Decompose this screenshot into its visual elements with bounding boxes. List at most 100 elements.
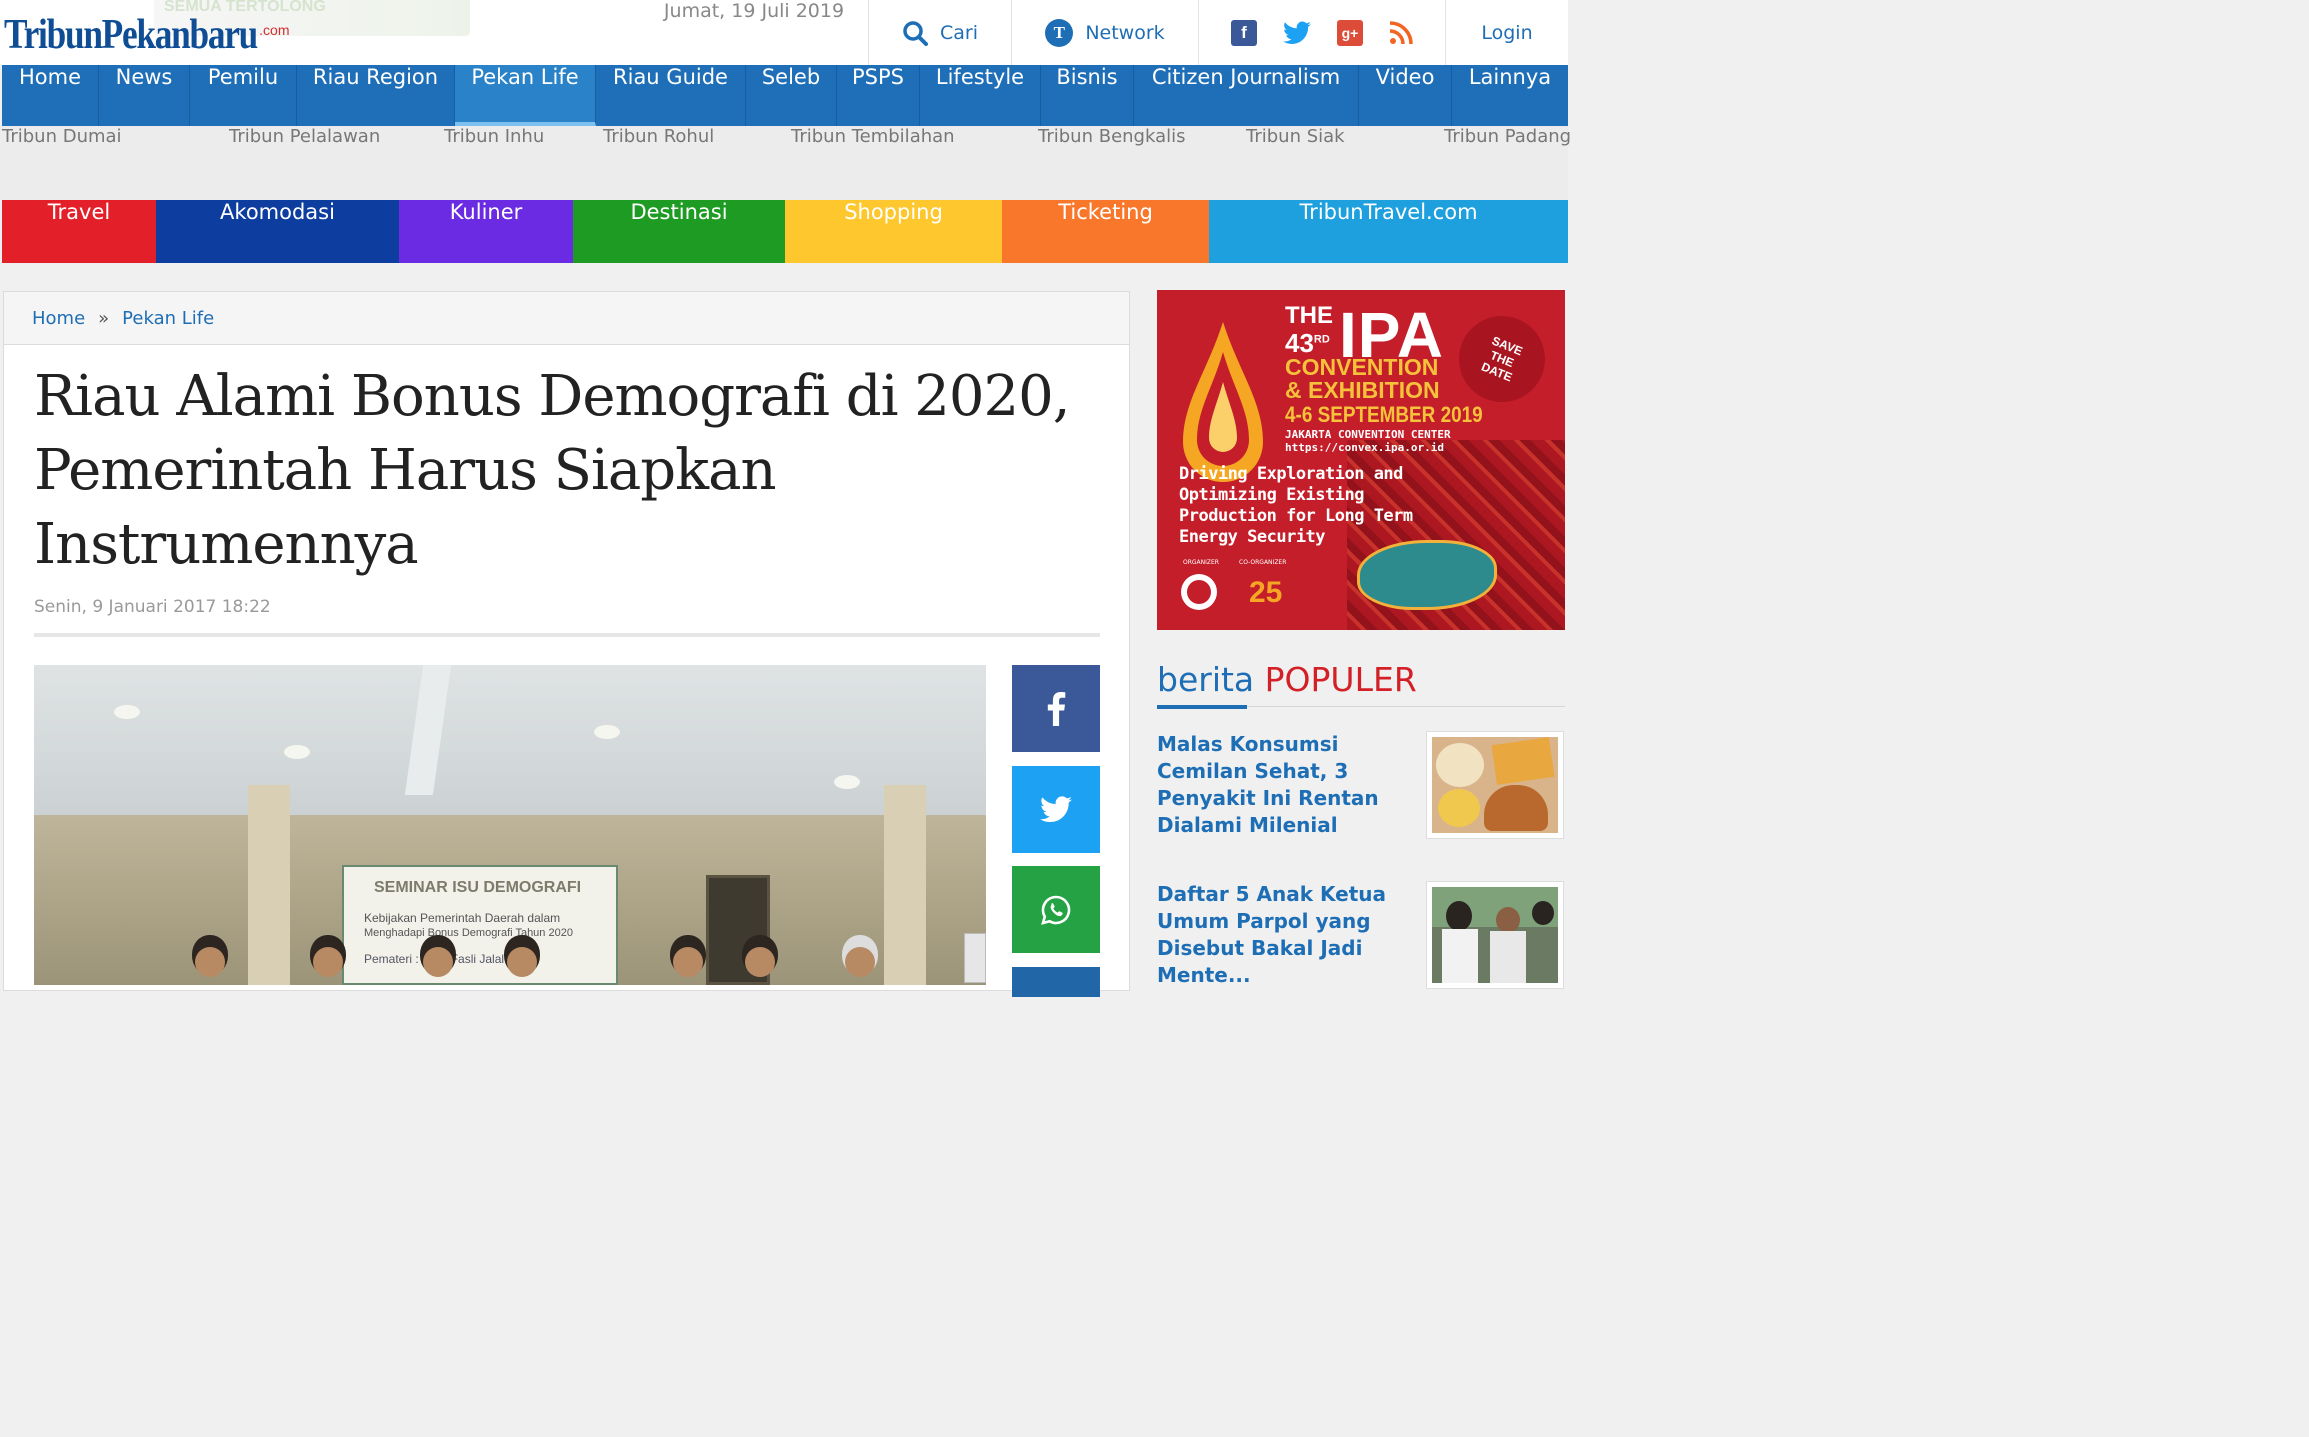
regional-nav: Tribun Dumai Tribun Pelalawan Tribun Inh… — [0, 126, 1571, 200]
travel-link-kuliner[interactable]: Kuliner — [399, 200, 573, 263]
region-link-pelalawan[interactable]: Tribun Pelalawan — [229, 126, 380, 200]
region-link-bengkalis[interactable]: Tribun Bengkalis — [1038, 126, 1186, 200]
photo-person — [302, 935, 354, 985]
travel-link-tribuntravel[interactable]: TribunTravel.com — [1209, 200, 1568, 263]
popular-thumbnail[interactable] — [1426, 881, 1564, 989]
search-icon — [903, 20, 928, 46]
ad-tagline: Driving Exploration and Optimizing Exist… — [1179, 464, 1413, 548]
ad-fish-illustration — [1357, 540, 1497, 610]
breadcrumb-home[interactable]: Home — [32, 308, 85, 329]
photo-person — [412, 935, 464, 985]
ad-tagline-line: Optimizing Existing — [1179, 485, 1364, 505]
search-button[interactable]: Cari — [868, 0, 1011, 65]
share-whatsapp-button[interactable] — [1012, 866, 1100, 953]
travel-link-destinasi[interactable]: Destinasi — [573, 200, 785, 263]
breadcrumb-separator: » — [98, 307, 110, 329]
photo-column — [884, 785, 926, 985]
popular-heading: berita POPULER — [1157, 660, 1417, 699]
photo-ac-unit — [964, 933, 986, 983]
nav-item-pekan-life[interactable]: Pekan Life — [455, 65, 596, 126]
nav-item-video[interactable]: Video — [1359, 65, 1452, 126]
region-link-dumai[interactable]: Tribun Dumai — [2, 126, 122, 200]
ad-tagline-line: Energy Security — [1179, 527, 1326, 547]
save-the-date-badge: SAVE THE DATE — [1446, 303, 1558, 415]
photo-person — [734, 935, 786, 985]
logo-suffix: .com — [259, 22, 290, 38]
travel-nav: Travel Akomodasi Kuliner Destinasi Shopp… — [2, 200, 1568, 263]
banner-title: SEMINAR ISU DEMOGRAFI — [374, 879, 582, 896]
twitter-icon[interactable] — [1283, 20, 1311, 45]
photo-light — [284, 745, 310, 759]
popular-underline-accent — [1157, 705, 1247, 709]
photo-person — [184, 935, 236, 985]
politics-photo — [1432, 887, 1558, 983]
network-button[interactable]: T Network — [1011, 0, 1198, 65]
search-label: Cari — [940, 21, 978, 44]
region-link-rohul[interactable]: Tribun Rohul — [603, 126, 714, 200]
nav-item-seleb[interactable]: Seleb — [746, 65, 837, 126]
travel-link-akomodasi[interactable]: Akomodasi — [156, 200, 399, 263]
nav-item-riau-region[interactable]: Riau Region — [297, 65, 455, 126]
current-date: Jumat, 19 Juli 2019 — [663, 0, 845, 22]
nav-item-citizen-journalism[interactable]: Citizen Journalism — [1134, 65, 1359, 126]
photo-light — [114, 705, 140, 719]
nav-item-pemilu[interactable]: Pemilu — [190, 65, 297, 126]
photo-light — [834, 775, 860, 789]
ad-tagline-line: Production for Long Term — [1179, 506, 1413, 526]
login-button[interactable]: Login — [1445, 0, 1568, 65]
article-date: Senin, 9 Januari 2017 18:22 — [34, 597, 271, 617]
share-facebook-button[interactable] — [1012, 665, 1100, 752]
share-more-button[interactable] — [1012, 967, 1100, 997]
rss-icon[interactable] — [1389, 20, 1413, 45]
photo-person — [1490, 931, 1526, 983]
popular-heading-highlight: POPULER — [1264, 660, 1417, 699]
ad-event-name: CONVENTION & EXHIBITION — [1285, 356, 1440, 402]
popular-thumbnail[interactable] — [1426, 731, 1564, 839]
ad-event-line: & EXHIBITION — [1285, 377, 1440, 403]
nav-item-lainnya[interactable]: Lainnya — [1452, 65, 1568, 126]
ipa-convention-ad[interactable]: THE 43RD IPA CONVENTION & EXHIBITION 4-6… — [1157, 290, 1565, 630]
travel-link-travel[interactable]: Travel — [2, 200, 156, 263]
facebook-icon — [1047, 691, 1066, 726]
region-link-tembilahan[interactable]: Tribun Tembilahan — [791, 126, 955, 200]
title-divider — [34, 633, 1100, 637]
travel-link-ticketing[interactable]: Ticketing — [1002, 200, 1209, 263]
popcorn-bowl — [1436, 743, 1484, 787]
nav-item-bisnis[interactable]: Bisnis — [1041, 65, 1134, 126]
ad-dates: 4-6 SEPTEMBER 2019 — [1285, 402, 1483, 427]
photo-person — [496, 935, 548, 985]
fries — [1491, 737, 1555, 785]
google-plus-icon[interactable]: g+ — [1337, 19, 1363, 46]
breadcrumb-section[interactable]: Pekan Life — [122, 308, 214, 329]
ad-url: https://convex.ipa.or.id — [1285, 441, 1444, 454]
popular-link[interactable]: Daftar 5 Anak Ketua Umum Parpol yang Dis… — [1157, 881, 1419, 989]
facebook-icon[interactable]: f — [1231, 19, 1257, 46]
region-link-inhu[interactable]: Tribun Inhu — [444, 126, 544, 200]
food-photo — [1432, 737, 1558, 833]
popular-link[interactable]: Malas Konsumsi Cemilan Sehat, 3 Penyakit… — [1157, 731, 1419, 839]
nav-item-home[interactable]: Home — [2, 65, 99, 126]
ad-event-line: CONVENTION — [1285, 354, 1439, 380]
login-label: Login — [1481, 21, 1533, 44]
ad-organizer-label: ORGANIZER — [1183, 559, 1219, 566]
chips — [1438, 789, 1480, 827]
photo-person — [1496, 907, 1520, 933]
region-link-siak[interactable]: Tribun Siak — [1246, 126, 1345, 200]
nav-item-lifestyle[interactable]: Lifestyle — [920, 65, 1041, 126]
ad-venue-name: JAKARTA CONVENTION CENTER — [1285, 428, 1451, 441]
photo-ceiling — [34, 665, 986, 835]
nav-item-riau-guide[interactable]: Riau Guide — [596, 65, 746, 126]
share-twitter-button[interactable] — [1012, 766, 1100, 853]
article-photo[interactable]: SEMINAR ISU DEMOGRAFI Kebijakan Pemerint… — [34, 665, 986, 985]
nav-item-psps[interactable]: PSPS — [837, 65, 920, 126]
nav-item-news[interactable]: News — [99, 65, 190, 126]
ad-edition-ordinal: RD — [1313, 333, 1330, 346]
article-title: Riau Alami Bonus Demografi di 2020, Peme… — [34, 364, 1071, 577]
photo-person — [1446, 901, 1472, 931]
travel-link-shopping[interactable]: Shopping — [785, 200, 1002, 263]
top-bar: SEMUA TERTOLONG TribunPekanbaru .com Jum… — [0, 0, 1568, 65]
region-link-padang[interactable]: Tribun Padang — [1444, 126, 1571, 200]
site-logo[interactable]: SEMUA TERTOLONG TribunPekanbaru .com — [4, 0, 470, 62]
logo-text: TribunPekanbaru — [4, 12, 258, 58]
photo-person — [1532, 901, 1554, 925]
